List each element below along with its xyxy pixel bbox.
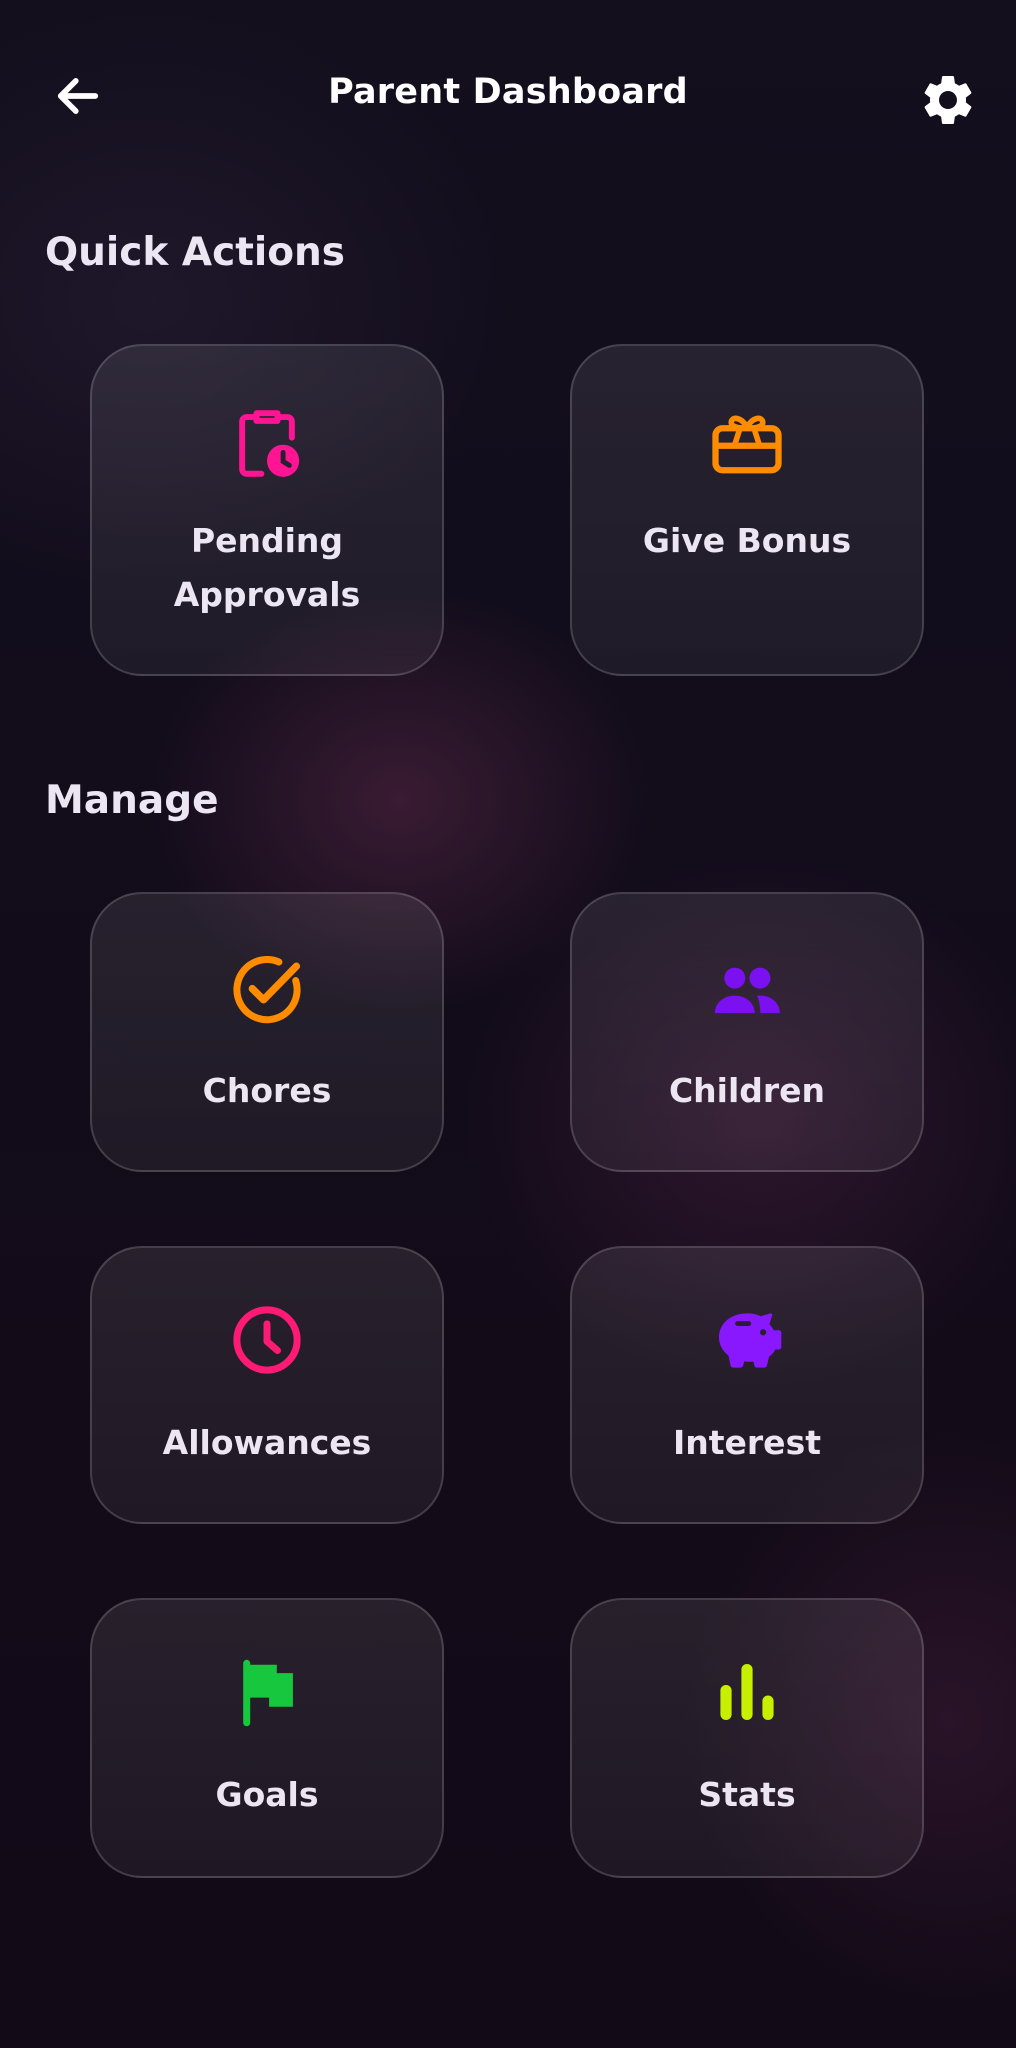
children-label: Children [668, 1071, 826, 1110]
give-bonus-label: Give Bonus [642, 521, 852, 560]
give-bonus-card[interactable]: Give Bonus [570, 344, 924, 676]
manage-heading: Manage [45, 778, 219, 823]
children-card[interactable]: Children [570, 892, 924, 1172]
interest-card[interactable]: Interest [570, 1246, 924, 1524]
check-circle-icon [225, 948, 309, 1032]
interest-label: Interest [672, 1423, 821, 1462]
pending-approvals-label: Pending Approvals [173, 521, 361, 614]
page-title: Parent Dashboard [328, 72, 688, 112]
clock-icon [225, 1298, 309, 1382]
allowances-card[interactable]: Allowances [90, 1246, 444, 1524]
pending-approvals-card[interactable]: Pending Approvals [90, 344, 444, 676]
quick-actions-heading: Quick Actions [45, 230, 346, 275]
flag-icon [225, 1650, 309, 1734]
chores-card[interactable]: Chores [90, 892, 444, 1172]
settings-button[interactable] [912, 64, 984, 136]
bar-chart-icon [705, 1650, 789, 1734]
chores-label: Chores [202, 1071, 332, 1110]
gift-card-icon [705, 402, 789, 486]
goals-card[interactable]: Goals [90, 1598, 444, 1878]
top-bar: Parent Dashboard [0, 0, 1016, 196]
clipboard-clock-icon [225, 402, 309, 486]
stats-label: Stats [698, 1775, 796, 1814]
people-icon [705, 948, 789, 1032]
goals-label: Goals [215, 1775, 319, 1814]
gear-icon [924, 75, 972, 124]
piggy-bank-icon [705, 1298, 789, 1382]
stats-card[interactable]: Stats [570, 1598, 924, 1878]
allowances-label: Allowances [162, 1423, 372, 1462]
